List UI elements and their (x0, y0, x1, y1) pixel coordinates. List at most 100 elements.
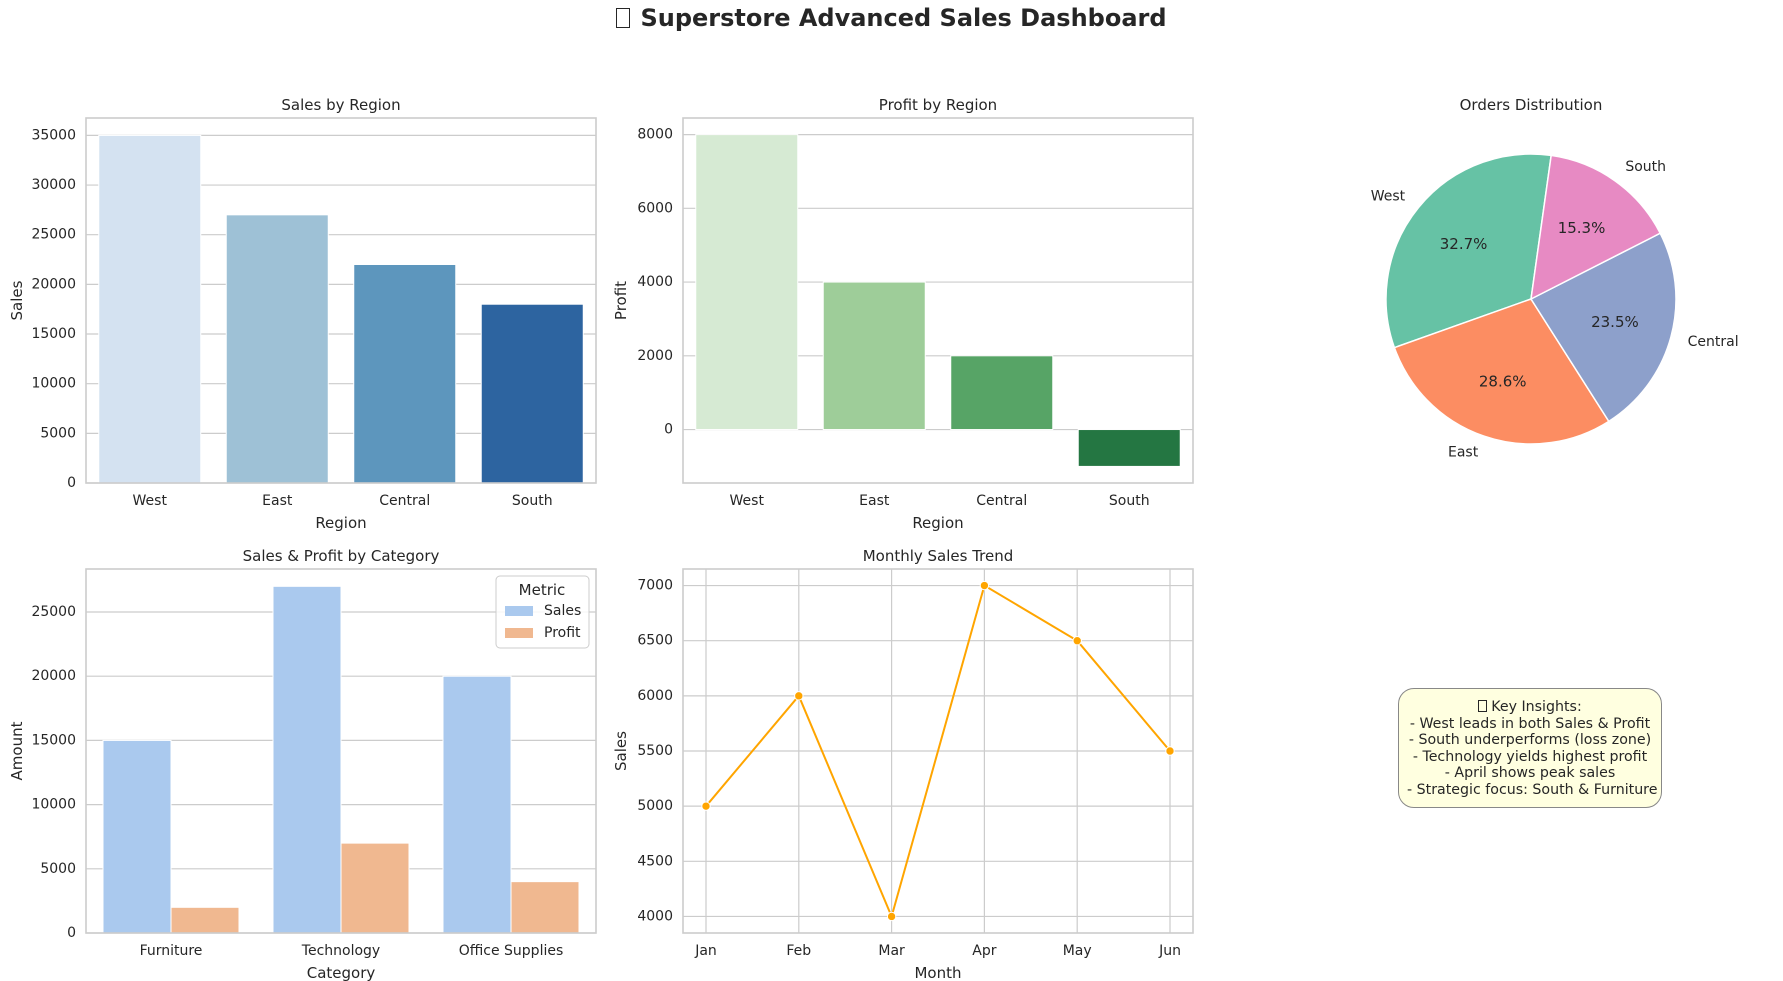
bar-central (353, 263, 457, 484)
y-tick-label: 5000 (40, 425, 76, 441)
insight-line: - South underperforms (loss zone) (1408, 732, 1652, 748)
y-axis-label: Amount (8, 721, 26, 780)
y-tick-label: 30000 (31, 177, 76, 193)
bar-west (98, 134, 202, 484)
insight-line: - Technology yields highest profit (1412, 748, 1648, 765)
bar-profit-office-supplies (510, 881, 580, 934)
legend-label-sales: Sales (544, 603, 581, 619)
pie-percent-label: 15.3% (1558, 219, 1606, 237)
y-tick-label: 10000 (31, 797, 76, 813)
y-tick-label: 20000 (31, 276, 76, 292)
insight-line: - April shows peak sales (1444, 765, 1616, 781)
bar-east (225, 214, 329, 484)
insight-line: - Strategic focus: South & Furniture (1407, 781, 1658, 798)
bar-west (695, 134, 799, 431)
legend-swatch-profit (505, 628, 533, 638)
y-tick-label: 20000 (31, 668, 76, 684)
x-axis-label: Region (912, 514, 963, 532)
data-point-apr (979, 580, 990, 591)
pie-slice-label: Central (1688, 334, 1739, 350)
y-tick-label: 8000 (637, 127, 673, 143)
chart-title: Profit by Region (879, 96, 997, 114)
y-tick-label: 4500 (637, 853, 673, 869)
x-tick-label: Jan (694, 943, 717, 959)
x-tick-label: East (859, 493, 890, 509)
data-point-may (1072, 635, 1082, 646)
y-tick-label: 10000 (31, 376, 76, 392)
bar-sales-office-supplies (442, 675, 512, 934)
key-insights-box: Key Insights: - West leads in both Sales… (1398, 688, 1662, 808)
pie-percent-label: 28.6% (1479, 372, 1527, 390)
chart-emoji-icon (616, 8, 631, 28)
y-tick-label: 7000 (637, 578, 673, 594)
x-tick-label: Apr (972, 943, 996, 959)
pie-percent-label: 23.5% (1591, 313, 1639, 331)
y-axis-label: Profit (612, 281, 630, 320)
x-axis-label: Category (307, 964, 376, 981)
insights-heading: Key Insights: (1407, 699, 1653, 716)
x-tick-label: West (133, 493, 168, 509)
data-point-feb (794, 691, 804, 701)
data-point-jan (701, 801, 711, 811)
x-tick-label: Furniture (140, 943, 203, 959)
pie-slice-label: South (1625, 159, 1666, 175)
bar-profit-technology (340, 842, 410, 934)
chart-title: Sales by Region (281, 96, 400, 114)
y-tick-label: 2000 (637, 348, 673, 364)
bar-south (480, 303, 584, 484)
x-tick-label: South (512, 493, 553, 509)
y-tick-label: 0 (664, 422, 673, 438)
x-axis-label: Month (914, 964, 961, 981)
chart-title: Monthly Sales Trend (863, 547, 1014, 565)
bar-central (950, 355, 1054, 431)
y-tick-label: 5000 (40, 861, 76, 877)
y-tick-label: 6000 (637, 200, 673, 216)
y-tick-label: 35000 (31, 127, 76, 143)
y-tick-label: 5500 (637, 743, 673, 759)
pie-slice-label: East (1448, 445, 1479, 461)
bar-sales-furniture (102, 739, 172, 934)
chart-title: Sales & Profit by Category (243, 547, 440, 565)
bar-south (1077, 429, 1181, 467)
y-tick-label: 6000 (637, 688, 673, 704)
pie-percent-label: 32.7% (1440, 235, 1488, 253)
data-point-jun (1165, 746, 1175, 756)
x-tick-label: Office Supplies (459, 943, 564, 959)
dashboard-title: Superstore Advanced Sales Dashboard (0, 4, 1783, 32)
x-axis-label: Region (315, 514, 366, 532)
bar-profit-furniture (170, 906, 240, 934)
x-tick-label: Central (379, 493, 430, 509)
bar-east (822, 281, 926, 431)
y-tick-label: 0 (67, 925, 76, 941)
legend-swatch-sales (505, 606, 533, 616)
pie-slice-label: West (1371, 188, 1406, 204)
dashboard-title-text: Superstore Advanced Sales Dashboard (640, 4, 1167, 32)
x-tick-label: Technology (301, 943, 380, 959)
x-tick-label: East (262, 493, 293, 509)
y-tick-label: 25000 (31, 604, 76, 620)
y-tick-label: 4000 (637, 274, 673, 290)
y-tick-label: 25000 (31, 227, 76, 243)
bar-sales-technology (272, 585, 342, 934)
dashboard-canvas: 05000100001500020000250003000035000West E… (8, 96, 1739, 981)
x-tick-label: Feb (786, 943, 811, 959)
insight-line: - West leads in both Sales & Profit (1409, 715, 1651, 732)
y-axis-label: Sales (612, 731, 630, 771)
legend-label-profit: Profit (544, 625, 581, 641)
y-tick-label: 0 (67, 475, 76, 491)
y-tick-label: 4000 (637, 908, 673, 924)
y-axis-label: Sales (8, 280, 26, 320)
y-tick-label: 6500 (637, 633, 673, 649)
y-tick-label: 5000 (637, 798, 673, 814)
x-tick-label: Mar (878, 943, 905, 959)
x-tick-label: Central (976, 493, 1027, 509)
y-tick-label: 15000 (31, 732, 76, 748)
x-tick-label: West (730, 493, 765, 509)
legend-title: Metric (519, 581, 566, 599)
y-tick-label: 15000 (31, 326, 76, 342)
data-point-mar (886, 911, 897, 922)
x-tick-label: May (1063, 943, 1092, 959)
x-tick-label: Jun (1158, 943, 1181, 959)
chart-title: Orders Distribution (1460, 96, 1603, 114)
x-tick-label: South (1109, 493, 1150, 509)
